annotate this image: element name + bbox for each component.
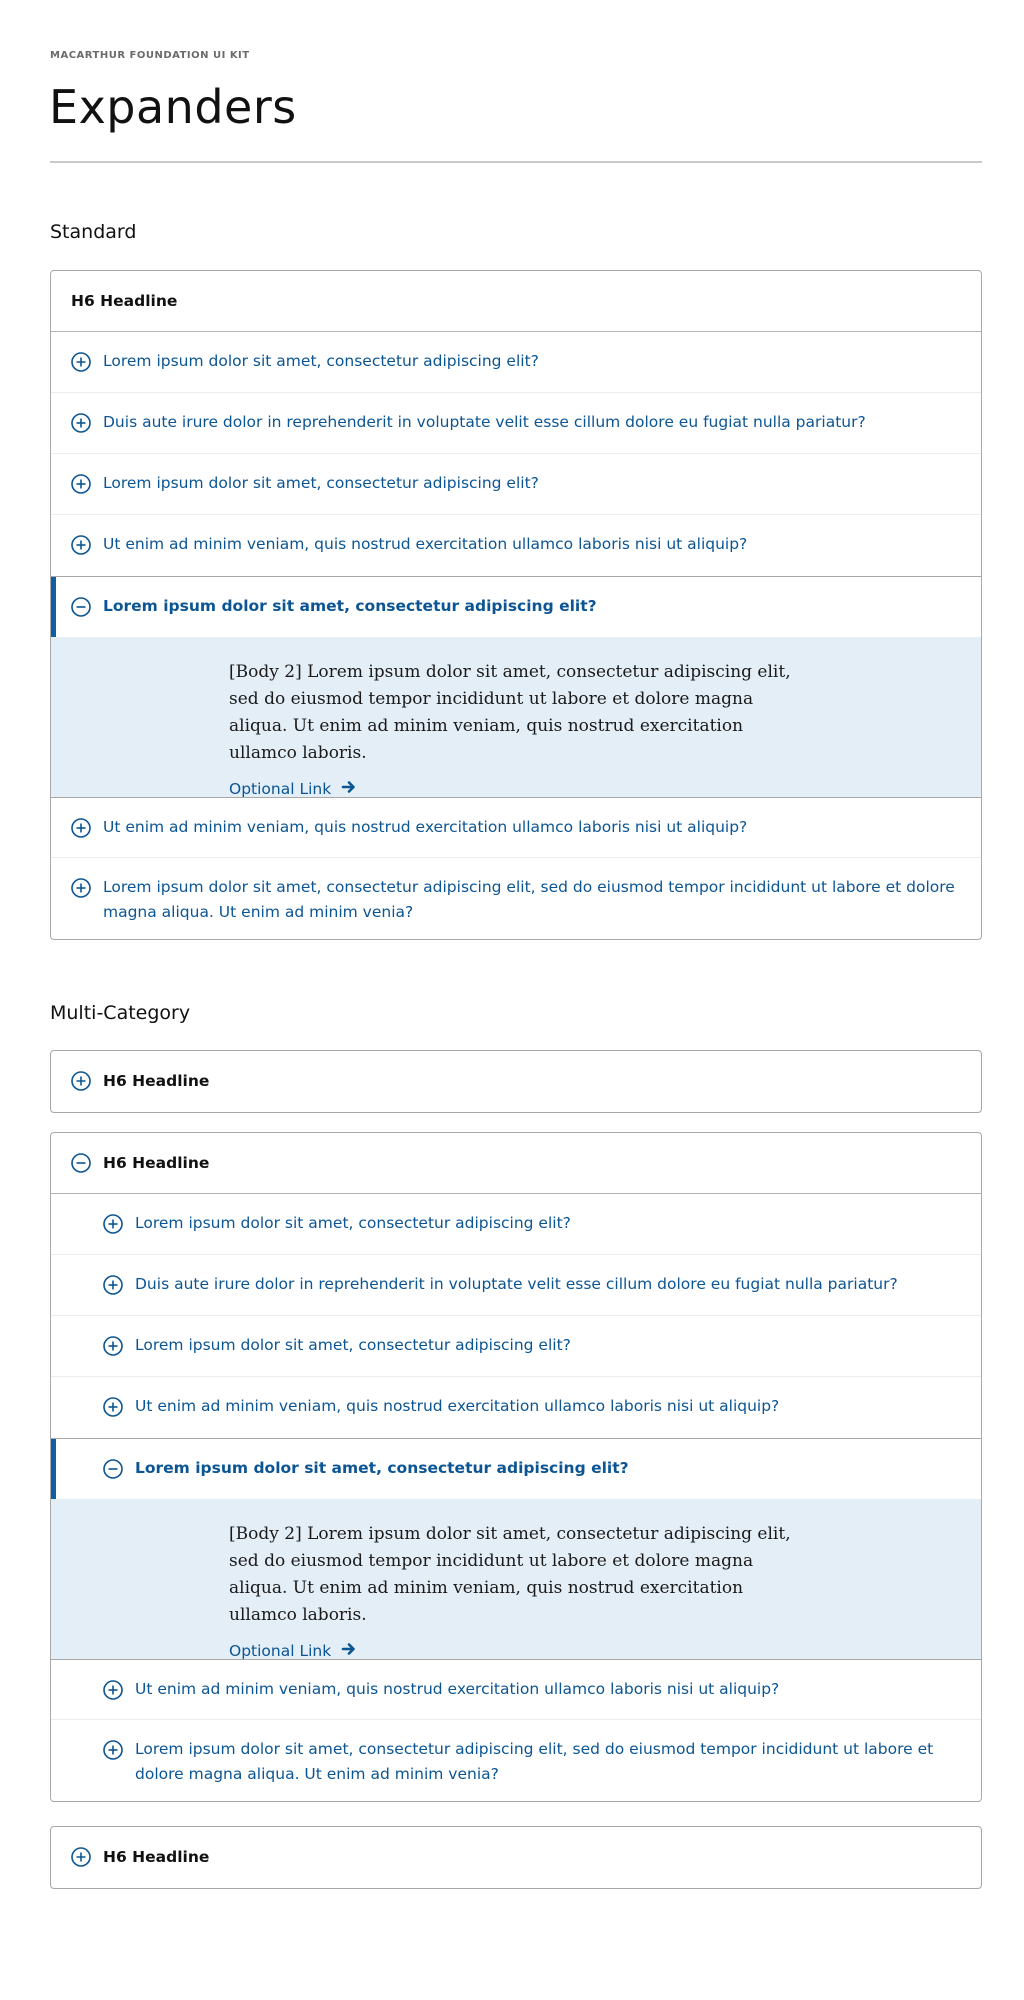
minus-circle-icon	[103, 1459, 123, 1479]
plus-circle-icon	[71, 878, 91, 898]
expander-item-label: Ut enim ad minim veniam, quis nostrud ex…	[135, 1680, 780, 1698]
expander-body: [Body 2] Lorem ipsum dolor sit amet, con…	[51, 1499, 981, 1661]
expander-item-label: Lorem ipsum dolor sit amet, consectetur …	[135, 1336, 571, 1354]
page-title: Expanders	[49, 80, 297, 134]
plus-circle-icon	[71, 474, 91, 494]
arrow-right-icon	[341, 779, 357, 799]
page: MACARTHUR FOUNDATION UI KIT Expanders St…	[0, 0, 1024, 2000]
expander-item[interactable]: Duis aute irure dolor in reprehenderit i…	[51, 393, 981, 454]
plus-circle-icon	[103, 1397, 123, 1417]
expander-item[interactable]: Ut enim ad minim veniam, quis nostrud ex…	[51, 1659, 981, 1720]
category-header[interactable]: H6 Headline	[51, 1133, 981, 1194]
optional-link[interactable]: Optional Link	[229, 1641, 357, 1661]
minus-circle-icon	[71, 1153, 91, 1173]
expander-item-label: Lorem ipsum dolor sit amet, consectetur …	[103, 597, 597, 615]
optional-link-label: Optional Link	[229, 780, 332, 798]
expander-category: H6 Headline	[50, 1826, 982, 1889]
expander-body-text: [Body 2] Lorem ipsum dolor sit amet, con…	[229, 1524, 791, 1625]
category-header[interactable]: H6 Headline	[51, 1051, 981, 1111]
expander-item-label: Duis aute irure dolor in reprehenderit i…	[135, 1275, 898, 1293]
expander-item-label: Ut enim ad minim veniam, quis nostrud ex…	[103, 535, 748, 553]
expander-category-open: H6 Headline Lorem ipsum dolor sit amet, …	[50, 1132, 982, 1802]
category-headline: H6 Headline	[103, 1154, 210, 1172]
expander-item-label: Lorem ipsum dolor sit amet, consectetur …	[103, 878, 955, 921]
plus-circle-icon	[71, 535, 91, 555]
plus-circle-icon	[71, 413, 91, 433]
category-header[interactable]: H6 Headline	[51, 1827, 981, 1887]
expander-item-expanded[interactable]: Lorem ipsum dolor sit amet, consectetur …	[51, 576, 981, 637]
expander-standard: H6 Headline Lorem ipsum dolor sit amet, …	[50, 270, 982, 940]
expander-item-label: Lorem ipsum dolor sit amet, consectetur …	[103, 352, 539, 370]
plus-circle-icon	[71, 352, 91, 372]
expander-item-label: Ut enim ad minim veniam, quis nostrud ex…	[135, 1397, 780, 1415]
expander-item-label: Lorem ipsum dolor sit amet, consectetur …	[135, 1214, 571, 1232]
section-title-standard: Standard	[50, 221, 137, 243]
plus-circle-icon	[71, 1847, 91, 1867]
expander-item[interactable]: Lorem ipsum dolor sit amet, consectetur …	[51, 858, 981, 939]
expander-item[interactable]: Lorem ipsum dolor sit amet, consectetur …	[51, 454, 981, 515]
expander-item-label: Lorem ipsum dolor sit amet, consectetur …	[135, 1459, 629, 1477]
plus-circle-icon	[71, 818, 91, 838]
category-headline: H6 Headline	[103, 1848, 210, 1866]
expander-item[interactable]: Duis aute irure dolor in reprehenderit i…	[51, 1255, 981, 1316]
title-divider	[50, 161, 982, 163]
kit-label: MACARTHUR FOUNDATION UI KIT	[50, 50, 250, 61]
category-headline: H6 Headline	[103, 1072, 210, 1090]
plus-circle-icon	[103, 1680, 123, 1700]
plus-circle-icon	[103, 1740, 123, 1760]
expander-item[interactable]: Lorem ipsum dolor sit amet, consectetur …	[51, 1194, 981, 1255]
plus-circle-icon	[103, 1275, 123, 1295]
arrow-right-icon	[341, 1641, 357, 1661]
expander-item-label: Lorem ipsum dolor sit amet, consectetur …	[135, 1740, 934, 1783]
optional-link[interactable]: Optional Link	[229, 779, 357, 799]
expander-item-label: Ut enim ad minim veniam, quis nostrud ex…	[103, 818, 748, 836]
optional-link-label: Optional Link	[229, 1642, 332, 1660]
expander-item[interactable]: Ut enim ad minim veniam, quis nostrud ex…	[51, 1377, 981, 1438]
minus-circle-icon	[71, 597, 91, 617]
expander-item-label: Lorem ipsum dolor sit amet, consectetur …	[103, 474, 539, 492]
expander-item-expanded[interactable]: Lorem ipsum dolor sit amet, consectetur …	[51, 1438, 981, 1499]
section-title-multi: Multi-Category	[50, 1002, 191, 1024]
expander-item-label: Duis aute irure dolor in reprehenderit i…	[103, 413, 866, 431]
expander-headline: H6 Headline	[51, 271, 981, 332]
expander-body: [Body 2] Lorem ipsum dolor sit amet, con…	[51, 637, 981, 799]
plus-circle-icon	[103, 1336, 123, 1356]
expander-category: H6 Headline	[50, 1050, 982, 1113]
plus-circle-icon	[71, 1071, 91, 1091]
expander-item[interactable]: Lorem ipsum dolor sit amet, consectetur …	[51, 332, 981, 393]
expander-body-text: [Body 2] Lorem ipsum dolor sit amet, con…	[229, 662, 791, 763]
plus-circle-icon	[103, 1214, 123, 1234]
expander-item[interactable]: Lorem ipsum dolor sit amet, consectetur …	[51, 1720, 981, 1801]
expander-item[interactable]: Ut enim ad minim veniam, quis nostrud ex…	[51, 515, 981, 576]
expander-item[interactable]: Ut enim ad minim veniam, quis nostrud ex…	[51, 797, 981, 858]
expander-item[interactable]: Lorem ipsum dolor sit amet, consectetur …	[51, 1316, 981, 1377]
